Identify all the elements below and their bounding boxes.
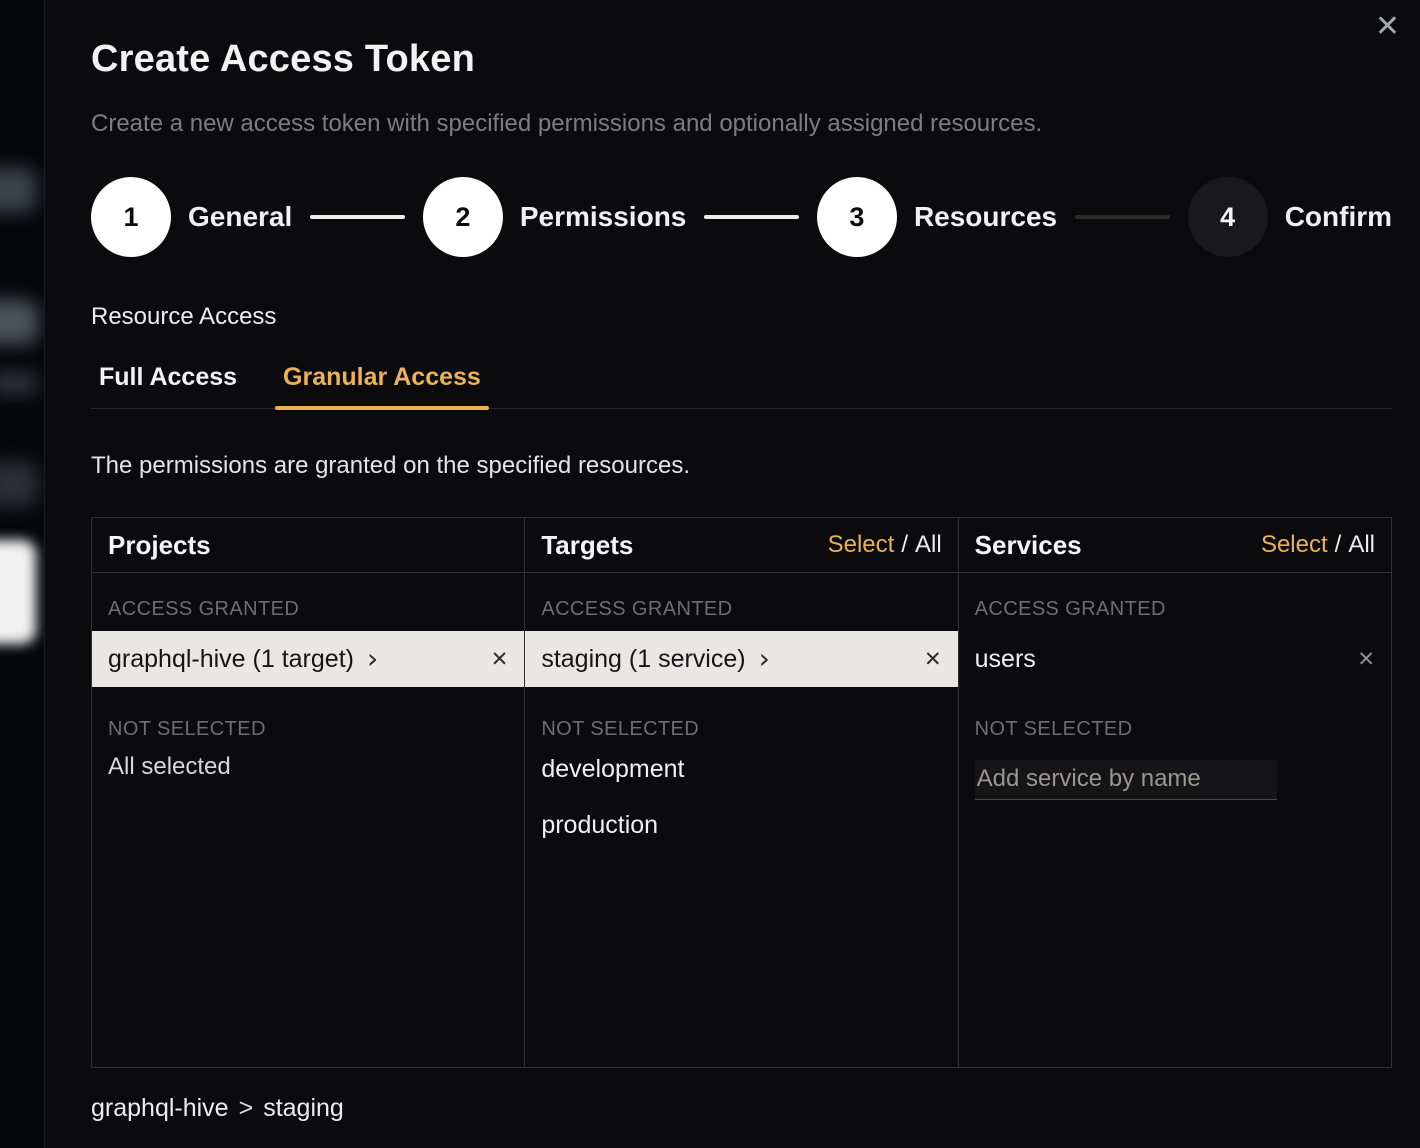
targets-all-link[interactable]: All — [915, 531, 942, 558]
background-blur-fragment — [0, 462, 38, 506]
create-access-token-modal: ✕ Create Access Token Create a new acces… — [44, 0, 1420, 1148]
step-3-label: Resources — [914, 201, 1057, 233]
targets-select-link[interactable]: Select — [828, 531, 895, 558]
services-select-link[interactable]: Select — [1261, 531, 1328, 558]
projects-column-body: ACCESS GRANTED graphql-hive (1 target) ›… — [92, 573, 524, 1067]
tab-full-access[interactable]: Full Access — [91, 363, 245, 408]
target-option-production[interactable]: production — [525, 797, 957, 853]
selected-target-label: staging (1 service) — [541, 645, 745, 674]
modal-subtitle: Create a new access token with specified… — [91, 109, 1392, 139]
remove-service-icon[interactable]: ✕ — [1357, 649, 1375, 670]
services-all-link[interactable]: All — [1348, 531, 1375, 558]
breadcrumb: graphql-hive > staging — [91, 1094, 1392, 1123]
stepper: 1 General 2 Permissions 3 Resources 4 Co… — [91, 177, 1392, 257]
targets-not-selected-label: NOT SELECTED — [541, 717, 941, 741]
remove-project-icon[interactable]: ✕ — [491, 649, 509, 670]
selected-project-label: graphql-hive (1 target) — [108, 645, 354, 674]
projects-column: Projects ACCESS GRANTED graphql-hive (1 … — [92, 518, 524, 1067]
projects-column-header: Projects — [92, 518, 524, 573]
services-column-body: ACCESS GRANTED users ✕ NOT SELECTED — [959, 573, 1391, 1067]
step-4-circle: 4 — [1188, 177, 1268, 257]
breadcrumb-target: staging — [263, 1094, 344, 1122]
targets-column-header: Targets Select/ All — [525, 518, 957, 573]
close-icon[interactable]: ✕ — [1375, 12, 1400, 42]
target-option-label: development — [541, 755, 684, 784]
targets-access-granted-label: ACCESS GRANTED — [541, 597, 941, 621]
step-2-label: Permissions — [520, 201, 687, 233]
breadcrumb-project: graphql-hive — [91, 1094, 229, 1122]
resource-selector-table: Projects ACCESS GRANTED graphql-hive (1 … — [91, 517, 1392, 1068]
selected-service-label: users — [975, 645, 1036, 674]
step-1-circle: 1 — [91, 177, 171, 257]
projects-all-selected-text: All selected — [108, 755, 508, 779]
target-option-label: production — [541, 811, 658, 840]
access-mode-tabs: Full Access Granular Access — [91, 363, 1392, 409]
step-2-circle: 2 — [423, 177, 503, 257]
target-option-development[interactable]: development — [525, 741, 957, 797]
background-button-fragment — [0, 540, 36, 644]
step-3-circle: 3 — [817, 177, 897, 257]
modal-title: Create Access Token — [91, 38, 1392, 81]
services-title: Services — [975, 530, 1082, 561]
targets-select-all-separator: / — [901, 531, 908, 558]
resource-access-heading: Resource Access — [91, 303, 1392, 331]
projects-access-granted-label: ACCESS GRANTED — [108, 597, 508, 621]
services-select-all: Select /All — [1261, 531, 1375, 559]
step-general[interactable]: 1 General — [91, 177, 292, 257]
services-select-all-separator: / — [1335, 531, 1342, 558]
targets-select-all: Select/ All — [828, 531, 942, 559]
background-blur-fragment — [0, 168, 36, 212]
selected-service-row[interactable]: users ✕ — [959, 631, 1391, 687]
targets-column: Targets Select/ All ACCESS GRANTED stagin… — [524, 518, 957, 1067]
services-column-header: Services Select /All — [959, 518, 1391, 573]
background-blur-fragment — [0, 300, 38, 344]
step-confirm[interactable]: 4 Confirm — [1188, 177, 1392, 257]
selected-target-row[interactable]: staging (1 service) › ✕ — [525, 631, 957, 687]
projects-not-selected-label: NOT SELECTED — [108, 717, 508, 741]
chevron-right-icon: › — [367, 645, 378, 673]
services-not-selected-label: NOT SELECTED — [975, 717, 1375, 741]
step-resources[interactable]: 3 Resources — [817, 177, 1057, 257]
targets-title: Targets — [541, 530, 633, 561]
remove-target-icon[interactable]: ✕ — [924, 649, 942, 670]
background-blur-fragment — [0, 372, 38, 394]
selected-project-row[interactable]: graphql-hive (1 target) › ✕ — [92, 631, 524, 687]
step-4-label: Confirm — [1285, 201, 1392, 233]
stepper-connector — [310, 215, 405, 219]
tab-granular-access[interactable]: Granular Access — [275, 363, 489, 408]
background-page — [0, 0, 44, 1148]
breadcrumb-separator: > — [239, 1094, 254, 1122]
services-column: Services Select /All ACCESS GRANTED users… — [958, 518, 1391, 1067]
granular-access-note: The permissions are granted on the speci… — [91, 451, 1392, 481]
chevron-right-icon: › — [759, 645, 770, 673]
stepper-connector — [704, 215, 799, 219]
step-permissions[interactable]: 2 Permissions — [423, 177, 687, 257]
projects-title: Projects — [108, 530, 211, 561]
add-service-input[interactable] — [975, 760, 1277, 800]
services-access-granted-label: ACCESS GRANTED — [975, 597, 1375, 621]
stepper-connector — [1075, 215, 1170, 219]
targets-column-body: ACCESS GRANTED staging (1 service) › ✕ N… — [525, 573, 957, 1067]
step-1-label: General — [188, 201, 292, 233]
